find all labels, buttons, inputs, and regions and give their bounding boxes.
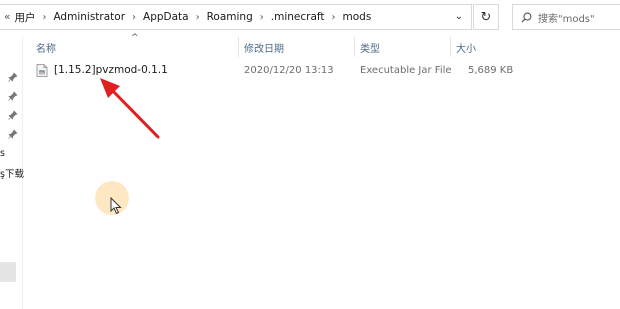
refresh-button[interactable]: ↻ <box>473 4 499 30</box>
column-divider[interactable] <box>238 37 239 57</box>
mouse-cursor-icon <box>110 197 122 215</box>
annotation-arrow <box>100 78 160 139</box>
file-row[interactable]: [1.15.2]pvzmod-0.1.1 2020/12/20 13:13 Ex… <box>30 61 520 80</box>
column-header-name[interactable]: 名称 <box>36 40 56 55</box>
file-modified-date: 2020/12/20 13:13 <box>244 65 334 76</box>
chevron-right-icon[interactable]: › <box>191 12 205 23</box>
breadcrumb-administrator[interactable]: Administrator <box>51 11 127 23</box>
nav-item-selected[interactable] <box>0 262 16 282</box>
breadcrumb-users[interactable]: 用户 <box>12 10 37 25</box>
breadcrumb-roaming[interactable]: Roaming <box>205 11 255 23</box>
sort-ascending-icon: ^ <box>131 33 139 43</box>
jar-file-icon <box>36 64 48 77</box>
chevron-right-icon[interactable]: › <box>327 12 341 23</box>
search-box[interactable]: 搜索"mods" <box>512 4 620 30</box>
breadcrumb-minecraft[interactable]: .minecraft <box>269 11 327 23</box>
file-type: Executable Jar File <box>360 65 452 76</box>
breadcrumb-appdata[interactable]: AppData <box>141 11 191 23</box>
column-divider[interactable] <box>450 37 451 57</box>
nav-item-partial[interactable]: s <box>0 148 5 159</box>
chevron-right-icon[interactable]: › <box>37 12 51 23</box>
column-divider[interactable] <box>354 37 355 57</box>
nav-item-downloads-partial[interactable]: ş下载 <box>0 166 24 180</box>
navigation-pane: s ş下载 <box>0 36 24 309</box>
file-size: 5,689 KB <box>468 65 514 76</box>
breadcrumb-mods[interactable]: mods <box>341 11 374 23</box>
chevron-down-icon[interactable]: ⌄ <box>455 11 463 22</box>
search-input[interactable]: 搜索"mods" <box>538 10 595 25</box>
pin-icon <box>8 129 18 139</box>
chevron-right-icon[interactable]: › <box>255 12 269 23</box>
column-header-date[interactable]: 修改日期 <box>244 40 284 55</box>
column-header-type[interactable]: 类型 <box>360 40 380 55</box>
refresh-icon: ↻ <box>480 9 492 25</box>
file-name[interactable]: [1.15.2]pvzmod-0.1.1 <box>54 64 168 76</box>
pin-icon <box>8 110 18 120</box>
search-icon <box>521 12 532 23</box>
pin-icon <box>8 72 18 82</box>
toolbar: « 用户 › Administrator › AppData › Roaming… <box>0 0 620 36</box>
chevron-right-icon[interactable]: › <box>127 12 141 23</box>
breadcrumb-overflow[interactable]: « <box>0 11 12 23</box>
address-bar[interactable]: « 用户 › Administrator › AppData › Roaming… <box>0 4 472 30</box>
column-header-size[interactable]: 大小 <box>456 40 476 55</box>
pin-icon <box>8 91 18 101</box>
